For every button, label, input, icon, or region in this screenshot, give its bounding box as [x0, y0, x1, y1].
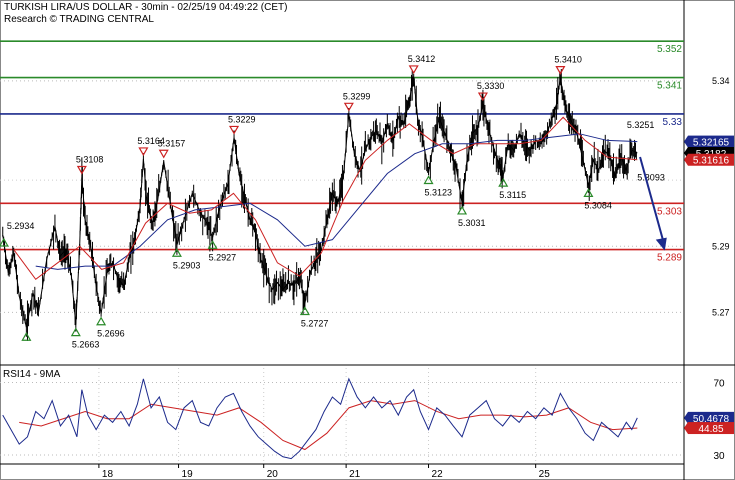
- time-tick-label: 18: [102, 469, 114, 480]
- low-marker: [70, 327, 81, 337]
- rsi-tag-label: 44.85: [698, 424, 723, 435]
- low-marker: [299, 306, 310, 316]
- low-label: 5.2903: [173, 260, 201, 270]
- low-label: 5.3084: [584, 200, 612, 210]
- level-label-support: 5.303: [657, 206, 682, 217]
- chart-stage: 5.27 5.29 5.34 18 19 20 21 22 25 5.352 5.341 5.33 5.…: [0, 0, 735, 480]
- high-marker: [555, 66, 566, 75]
- high-label: 5.3412: [408, 54, 436, 64]
- rsi-tag-pointer: [684, 422, 688, 435]
- low-label: 5.2696: [97, 329, 125, 339]
- time-tick-label: 25: [539, 469, 551, 480]
- high-label: 5.3410: [554, 55, 582, 65]
- low-label: 5.2934: [7, 221, 35, 231]
- chart-title: TURKISH LIRA/US DOLLAR - 30min - 02/25/1…: [4, 2, 288, 13]
- low-label: 5.2663: [72, 340, 100, 350]
- time-tick-label: 20: [267, 469, 279, 480]
- level-label-support: 5.289: [657, 253, 682, 264]
- price-tick-label: 5.29: [712, 241, 730, 251]
- forex-chart: 5.27 5.29 5.34 18 19 20 21 22 25 5.352 5.341 5.33 5.…: [0, 0, 735, 480]
- outer-frame: [0, 0, 735, 480]
- rsi-tick-label: 30: [713, 451, 725, 462]
- level-label-resistance: 5.341: [657, 81, 682, 92]
- high-marker: [343, 102, 354, 112]
- high-label: 5.3330: [477, 81, 505, 91]
- low-marker: [583, 188, 594, 198]
- price-tick-label: 5.27: [712, 307, 730, 317]
- high-marker: [408, 65, 419, 75]
- chart-source: Research © TRADING CENTRAL: [4, 14, 154, 25]
- rsi-panel-title: RSI14 - 9MA: [3, 369, 61, 380]
- high-label: 5.3157: [158, 138, 186, 148]
- price-tag-label: 5.31616: [693, 156, 730, 167]
- low-label: 5.3115: [499, 190, 526, 200]
- rsi-line: [2, 377, 638, 460]
- time-tick-label: 19: [182, 469, 194, 480]
- high-label: 5.3229: [228, 114, 256, 124]
- low-marker: [457, 205, 468, 215]
- annotation-label: 5.3251: [627, 120, 655, 130]
- time-tick-label: 22: [432, 469, 444, 480]
- time-tick-label: 21: [349, 469, 361, 480]
- low-label: 5.3123: [425, 188, 453, 198]
- low-label: 5.2727: [301, 318, 329, 328]
- price-tag-pointer: [684, 135, 688, 148]
- low-label: 5.3031: [458, 218, 486, 228]
- high-label: 5.3299: [343, 91, 371, 101]
- price-tag-label: 5.32165: [693, 138, 730, 149]
- high-label: 5.3108: [76, 154, 104, 164]
- high-marker: [138, 147, 149, 157]
- projection-arrow-line: [639, 156, 666, 247]
- level-label-resistance: 5.352: [657, 44, 682, 55]
- high-marker: [158, 149, 169, 159]
- high-marker: [229, 125, 240, 135]
- low-marker: [96, 316, 107, 326]
- rsi-tick-label: 70: [713, 378, 725, 389]
- annotation-label: 5.3093: [637, 172, 665, 182]
- projection-arrowhead: [655, 237, 667, 251]
- rsi-tag-pointer: [684, 411, 688, 424]
- price-tick-label: 5.34: [712, 76, 730, 86]
- level-label-pivot: 5.33: [663, 117, 683, 128]
- low-label: 5.2927: [209, 252, 237, 262]
